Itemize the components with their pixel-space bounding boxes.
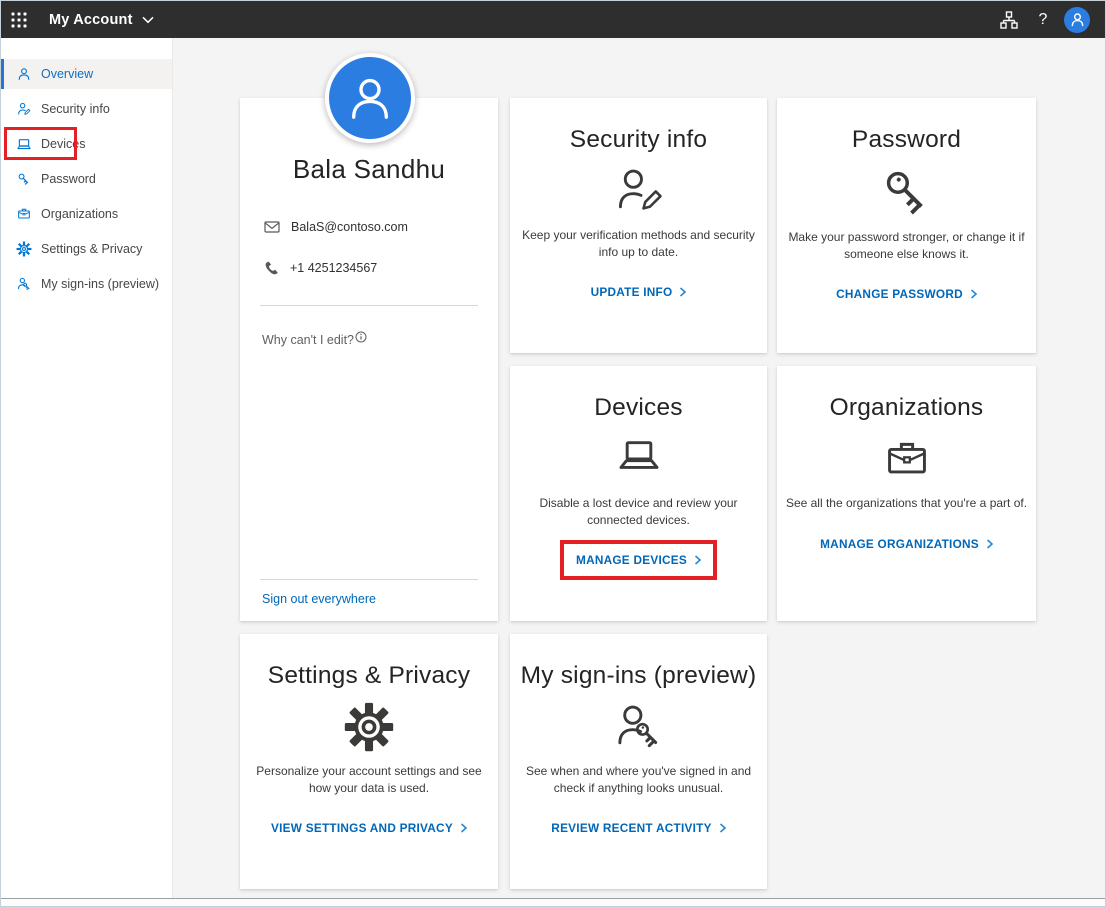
card-title: My sign-ins (preview) — [521, 662, 757, 690]
chevron-right-icon — [986, 539, 993, 549]
laptop-icon — [612, 432, 666, 486]
person-edit-icon — [16, 101, 32, 117]
chevron-right-icon — [679, 287, 686, 297]
help-icon: ? — [1039, 11, 1048, 29]
sidebar-item-settings-privacy[interactable]: Settings & Privacy — [1, 234, 172, 264]
security-info-card: Security info Keep your verification met… — [510, 98, 767, 353]
sidebar-item-label: Password — [41, 172, 96, 186]
briefcase-icon — [880, 432, 934, 486]
profile-avatar — [325, 53, 415, 143]
chevron-right-icon — [970, 289, 977, 299]
contact-info: BalaS@contoso.com +1 4251234567 — [264, 219, 498, 275]
devices-card: Devices Disable a lost device and review… — [510, 366, 767, 621]
phone-icon — [264, 260, 279, 275]
password-card: Password Make your password stronger, or… — [777, 98, 1036, 353]
chevron-right-icon — [460, 823, 467, 833]
card-title: Password — [852, 126, 961, 154]
manage-organizations-link[interactable]: MANAGE ORGANIZATIONS — [820, 537, 993, 551]
waffle-icon — [11, 12, 27, 28]
card-title: Devices — [594, 394, 683, 422]
person-icon — [16, 66, 32, 82]
person-key-icon — [612, 700, 666, 754]
profile-phone: +1 4251234567 — [290, 261, 377, 275]
help-button[interactable]: ? — [1026, 1, 1060, 38]
edit-hint[interactable]: Why can't I edit? — [262, 333, 498, 347]
view-settings-privacy-link[interactable]: VIEW SETTINGS AND PRIVACY — [271, 821, 467, 835]
profile-name: Bala Sandhu — [240, 154, 498, 185]
account-avatar-button[interactable] — [1064, 7, 1090, 33]
card-description: Keep your verification methods and secur… — [520, 227, 758, 260]
sidebar-item-label: Organizations — [41, 207, 118, 221]
sidebar-item-label: Overview — [41, 67, 93, 81]
sign-out-everywhere-link[interactable]: Sign out everywhere — [262, 592, 498, 606]
main-content: Bala Sandhu BalaS@contoso.com — [173, 38, 1105, 898]
key-icon — [879, 164, 935, 220]
sidebar-item-devices[interactable]: Devices — [1, 129, 172, 159]
my-sign-ins-card: My sign-ins (preview) See when and where… — [510, 634, 767, 889]
card-description: Disable a lost device and review your co… — [528, 495, 750, 528]
person-key-icon — [16, 276, 32, 292]
sidebar-item-my-sign-ins[interactable]: My sign-ins (preview) — [1, 269, 172, 299]
chevron-down-icon — [142, 16, 154, 24]
phone-row: +1 4251234567 — [264, 260, 498, 275]
window-bottom-edge — [1, 898, 1105, 906]
card-title: Organizations — [830, 394, 984, 422]
envelope-icon — [264, 219, 280, 235]
profile-email: BalaS@contoso.com — [291, 220, 408, 234]
card-description: Personalize your account settings and se… — [250, 763, 488, 796]
action-label: VIEW SETTINGS AND PRIVACY — [271, 821, 453, 835]
card-description: See when and where you've signed in and … — [520, 763, 758, 796]
card-description: See all the organizations that you're a … — [786, 495, 1027, 512]
divider — [260, 305, 478, 306]
sidebar-item-organizations[interactable]: Organizations — [1, 199, 172, 229]
app-launcher-button[interactable] — [1, 1, 37, 38]
action-label: MANAGE ORGANIZATIONS — [820, 537, 979, 551]
review-recent-activity-link[interactable]: REVIEW RECENT ACTIVITY — [551, 821, 725, 835]
person-icon — [1069, 11, 1086, 28]
manage-devices-link[interactable]: MANAGE DEVICES — [576, 553, 701, 567]
gear-icon — [342, 700, 396, 754]
top-app-bar: My Account ? — [1, 1, 1105, 38]
person-icon — [343, 71, 397, 125]
spacer — [240, 347, 498, 579]
gear-icon — [16, 241, 32, 257]
settings-privacy-card: Settings & Privacy — [240, 634, 498, 889]
email-row: BalaS@contoso.com — [264, 219, 498, 235]
app-title-menu[interactable]: My Account — [49, 12, 154, 28]
action-label: MANAGE DEVICES — [576, 553, 687, 567]
left-nav: Overview Security info Devices — [1, 38, 173, 898]
card-title: Security info — [570, 126, 707, 154]
action-label: CHANGE PASSWORD — [836, 287, 963, 301]
organizations-card: Organizations See all the organizations … — [777, 366, 1036, 621]
chevron-right-icon — [694, 555, 701, 565]
sidebar-item-label: Settings & Privacy — [41, 242, 142, 256]
key-icon — [16, 171, 32, 187]
change-password-link[interactable]: CHANGE PASSWORD — [836, 287, 977, 301]
sidebar-item-password[interactable]: Password — [1, 164, 172, 194]
organization-switcher-button[interactable] — [992, 1, 1026, 38]
action-label: UPDATE INFO — [591, 285, 673, 299]
sidebar-item-overview[interactable]: Overview — [1, 59, 172, 89]
app-title: My Account — [49, 12, 133, 28]
action-label: REVIEW RECENT ACTIVITY — [551, 821, 711, 835]
sidebar-item-label: Security info — [41, 102, 110, 116]
laptop-icon — [16, 136, 32, 152]
my-account-portal: My Account ? — [0, 0, 1106, 907]
divider — [260, 579, 478, 580]
sitemap-icon — [999, 10, 1019, 30]
page-body: Overview Security info Devices — [1, 38, 1105, 898]
profile-card: Bala Sandhu BalaS@contoso.com — [240, 98, 498, 621]
card-description: Make your password stronger, or change i… — [786, 229, 1028, 262]
info-icon — [355, 331, 367, 343]
sidebar-item-security-info[interactable]: Security info — [1, 94, 172, 124]
sidebar-item-label: Devices — [41, 137, 85, 151]
edit-hint-text: Why can't I edit? — [262, 333, 354, 347]
annotation-box-manage-devices: MANAGE DEVICES — [560, 540, 717, 580]
chevron-right-icon — [719, 823, 726, 833]
person-edit-icon — [612, 164, 666, 218]
update-info-link[interactable]: UPDATE INFO — [591, 285, 687, 299]
briefcase-icon — [16, 206, 32, 222]
card-title: Settings & Privacy — [268, 662, 470, 690]
sidebar-item-label: My sign-ins (preview) — [41, 277, 159, 291]
